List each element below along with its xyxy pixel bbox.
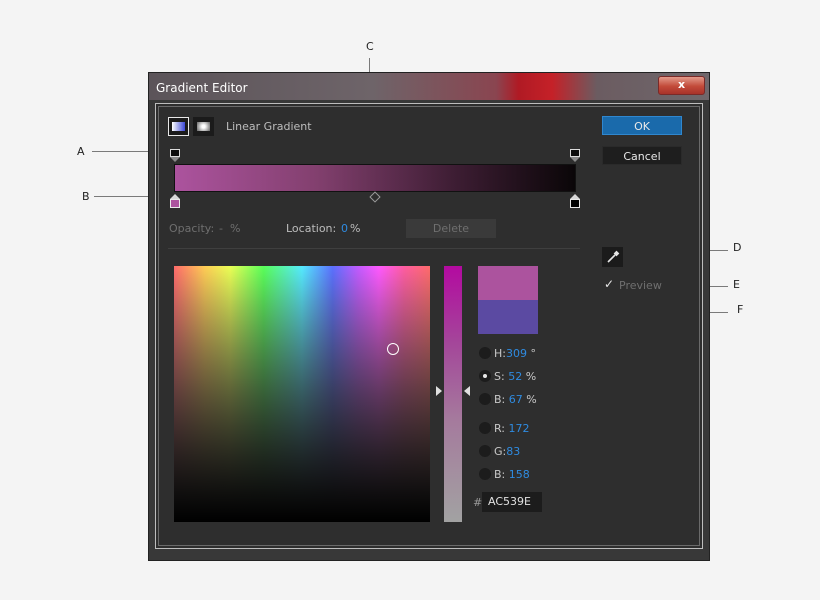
hex-input[interactable]: AC539E: [482, 492, 542, 512]
slider-left-arrow-icon[interactable]: [436, 386, 442, 396]
annotation-d: D: [733, 241, 742, 254]
annotation-f: F: [737, 303, 744, 316]
opacity-unit: %: [230, 222, 241, 235]
hex-prefix: #: [473, 496, 483, 509]
green-radio[interactable]: [479, 445, 491, 457]
opacity-stop-end[interactable]: [570, 149, 580, 162]
close-icon: x: [677, 78, 686, 91]
saturation-value[interactable]: 52: [508, 370, 522, 383]
red-radio[interactable]: [479, 422, 491, 434]
cancel-button[interactable]: Cancel: [602, 146, 682, 165]
annotation-b: B: [82, 190, 90, 203]
saturation-unit: %: [525, 370, 537, 383]
title-bar[interactable]: Gradient Editor x: [149, 73, 709, 100]
slider-right-arrow-icon[interactable]: [464, 386, 470, 396]
hue-field[interactable]: H:309 °: [494, 347, 536, 360]
current-color-swatch[interactable]: [478, 300, 538, 334]
brightness-value[interactable]: 67: [509, 393, 523, 406]
color-slider-track[interactable]: [444, 266, 462, 522]
color-field-cursor[interactable]: [387, 343, 399, 355]
gradient-preview-bar[interactable]: [174, 164, 576, 192]
gradient-type-label: Linear Gradient: [226, 120, 312, 133]
opacity-stop-cap: [570, 149, 580, 157]
red-field[interactable]: R: 172: [494, 422, 530, 435]
green-value[interactable]: 83: [506, 445, 520, 458]
hue-unit: °: [530, 347, 536, 360]
saturation-radio[interactable]: [479, 370, 491, 382]
preview-label: Preview: [619, 279, 662, 292]
ok-button[interactable]: OK: [602, 116, 682, 135]
red-label: R:: [494, 422, 506, 435]
opacity-stop-cap: [170, 149, 180, 157]
green-field[interactable]: G:83: [494, 445, 520, 458]
color-stop-end[interactable]: [570, 194, 580, 208]
eyedropper-button[interactable]: [602, 247, 623, 267]
red-value[interactable]: 172: [509, 422, 530, 435]
annotation-e: E: [733, 278, 740, 291]
brightness-field[interactable]: B: 67 %: [494, 393, 537, 406]
hue-value[interactable]: 309: [506, 347, 527, 360]
opacity-stop-pointer: [170, 157, 180, 162]
radial-gradient-button[interactable]: [193, 117, 214, 136]
green-label: G:: [494, 445, 507, 458]
annotation-a: A: [77, 145, 85, 158]
hue-radio[interactable]: [479, 347, 491, 359]
location-unit: %: [350, 222, 361, 235]
delete-button[interactable]: Delete: [406, 219, 496, 238]
location-label: Location:: [286, 222, 337, 235]
color-stop-swatch: [570, 199, 580, 208]
annotation-c: C: [366, 40, 374, 53]
radial-gradient-icon: [197, 122, 210, 131]
blue-label: B:: [494, 468, 506, 481]
opacity-value[interactable]: -: [219, 222, 223, 235]
blue-field[interactable]: B: 158: [494, 468, 530, 481]
opacity-label: Opacity:: [169, 222, 215, 235]
color-stop-start[interactable]: [170, 194, 180, 208]
close-button[interactable]: x: [658, 76, 705, 95]
blue-value[interactable]: 158: [509, 468, 530, 481]
divider: [168, 248, 580, 249]
linear-gradient-icon: [172, 122, 185, 131]
new-color-swatch: [478, 266, 538, 300]
saturation-brightness-field[interactable]: [174, 266, 430, 522]
blue-radio[interactable]: [479, 468, 491, 480]
brightness-radio[interactable]: [479, 393, 491, 405]
brightness-label: B:: [494, 393, 506, 406]
window-title: Gradient Editor: [156, 81, 248, 95]
preview-checkbox[interactable]: ✓: [604, 277, 614, 291]
saturation-field[interactable]: S: 52 %: [494, 370, 536, 383]
opacity-stop-start[interactable]: [170, 149, 180, 162]
location-value[interactable]: 0: [341, 222, 348, 235]
brightness-unit: %: [526, 393, 537, 406]
color-stop-swatch: [170, 199, 180, 208]
linear-gradient-button[interactable]: [168, 117, 189, 136]
hue-label: H:: [494, 347, 506, 360]
opacity-stop-pointer: [570, 157, 580, 162]
eyedropper-icon: [607, 250, 620, 263]
saturation-label: S:: [494, 370, 505, 383]
